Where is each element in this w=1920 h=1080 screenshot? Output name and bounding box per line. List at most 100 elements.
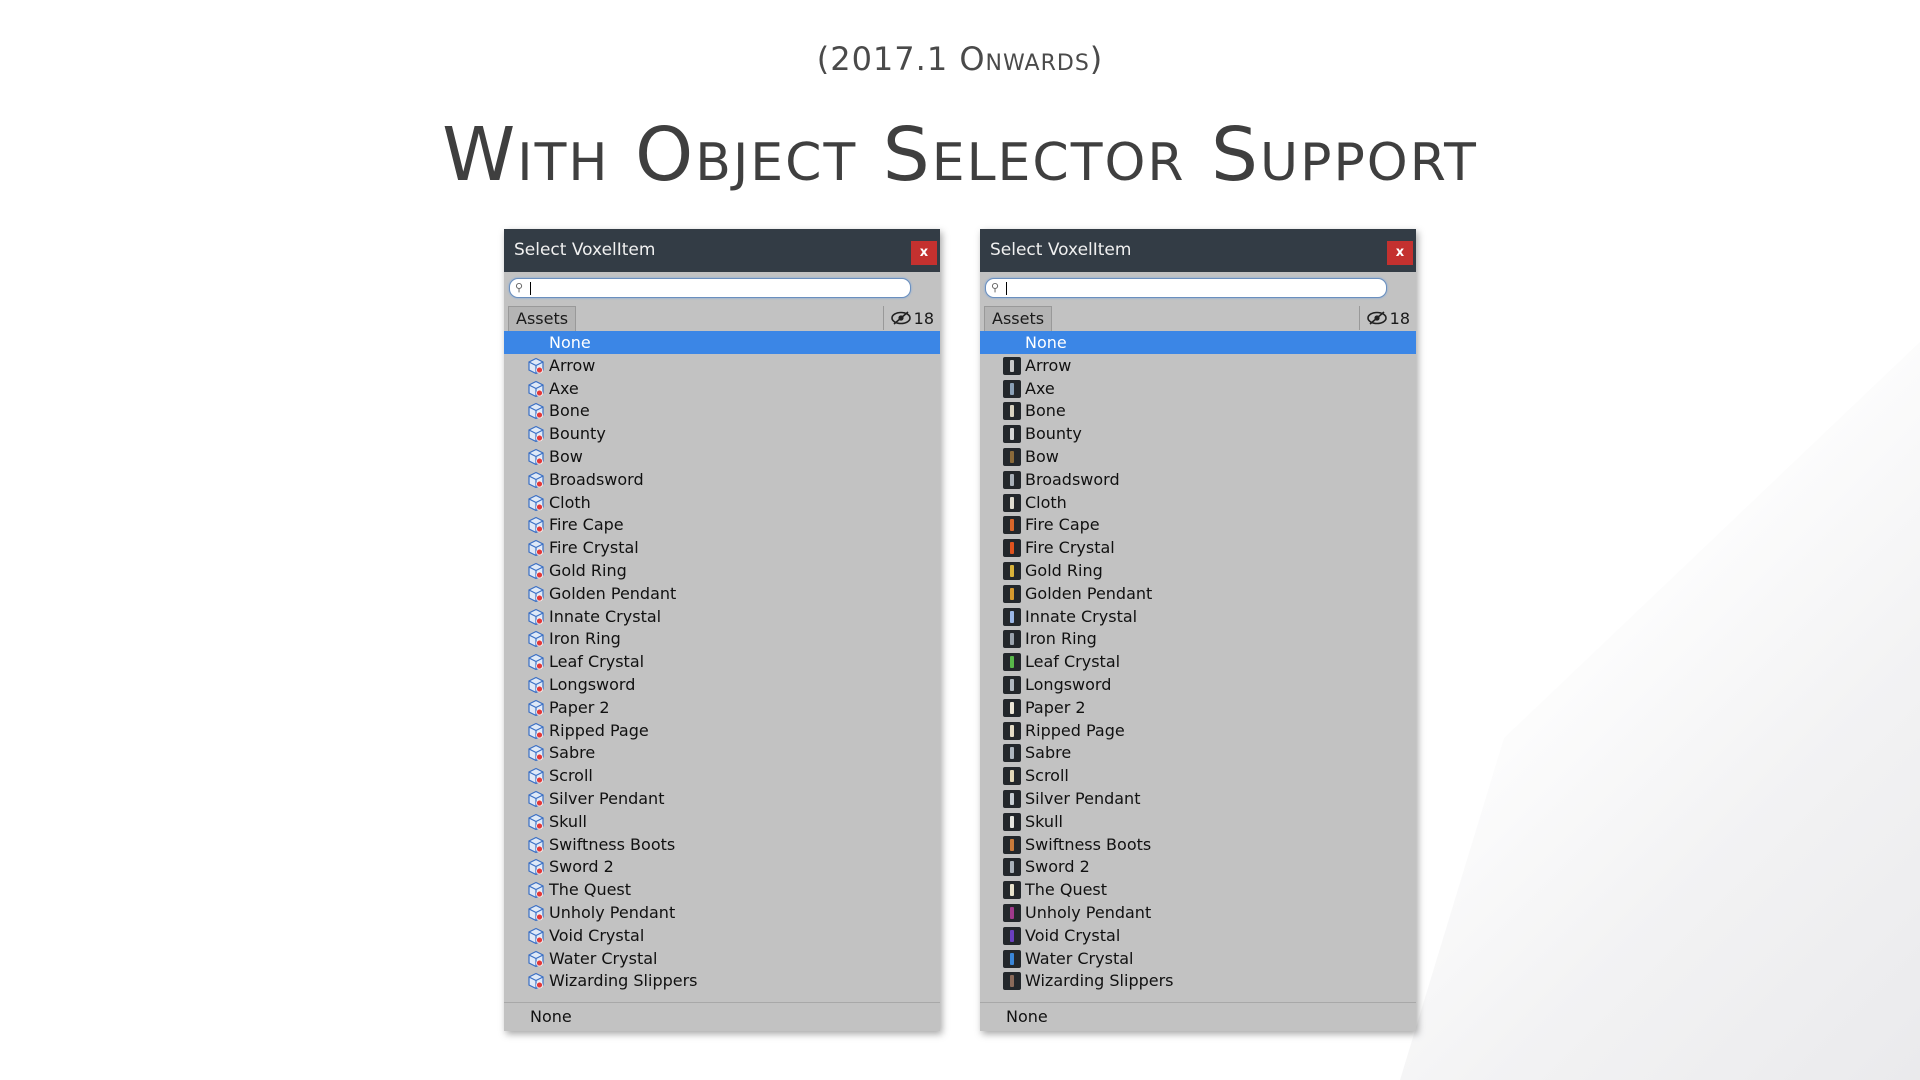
list-item[interactable]: None <box>980 331 1416 354</box>
list-item-label: Innate Crystal <box>549 606 662 626</box>
list-item[interactable]: Iron Ring <box>980 627 1416 650</box>
list-item-label: Broadsword <box>1025 469 1120 489</box>
prefab-cube-icon <box>527 904 545 922</box>
item-thumbnail-icon <box>1003 447 1021 466</box>
list-item[interactable]: Broadsword <box>504 468 940 491</box>
hidden-packages-toggle[interactable]: 18 <box>1358 306 1416 330</box>
hidden-packages-toggle[interactable]: 18 <box>882 306 940 330</box>
list-item[interactable]: Bow <box>504 445 940 468</box>
list-item[interactable]: None <box>504 331 940 354</box>
list-item[interactable]: Silver Pendant <box>980 787 1416 810</box>
close-button[interactable]: x <box>911 241 937 265</box>
list-item[interactable]: Ripped Page <box>980 719 1416 742</box>
list-item[interactable]: Gold Ring <box>504 559 940 582</box>
list-item[interactable]: Leaf Crystal <box>980 650 1416 673</box>
list-item-label: Fire Cape <box>549 515 624 535</box>
list-item[interactable]: Arrow <box>504 354 940 377</box>
search-row: ⚲ <box>504 272 940 302</box>
list-item[interactable]: Swiftness Boots <box>504 833 940 856</box>
tab-assets[interactable]: Assets <box>508 306 577 331</box>
list-item[interactable]: Innate Crystal <box>504 605 940 628</box>
list-item[interactable]: Scroll <box>980 764 1416 787</box>
list-item[interactable]: The Quest <box>980 878 1416 901</box>
list-item[interactable]: Bone <box>504 399 940 422</box>
list-item[interactable]: Golden Pendant <box>980 582 1416 605</box>
list-item[interactable]: Arrow <box>980 354 1416 377</box>
window-titlebar[interactable]: Select VoxelItem x <box>504 229 940 272</box>
list-item[interactable]: Scroll <box>504 764 940 787</box>
list-item[interactable]: Axe <box>980 377 1416 400</box>
list-item[interactable]: Sword 2 <box>504 855 940 878</box>
list-item[interactable]: Ripped Page <box>504 719 940 742</box>
list-item[interactable]: Skull <box>980 810 1416 833</box>
list-item[interactable]: Broadsword <box>980 468 1416 491</box>
list-item-label: Sword 2 <box>549 857 614 877</box>
list-item[interactable]: Wizarding Slippers <box>980 969 1416 992</box>
list-item[interactable]: Void Crystal <box>504 924 940 947</box>
list-item[interactable]: Swiftness Boots <box>980 833 1416 856</box>
list-item[interactable]: Fire Cape <box>980 513 1416 536</box>
search-input[interactable]: ⚲ <box>985 278 1387 298</box>
prefab-cube-icon <box>527 608 545 626</box>
list-item[interactable]: Unholy Pendant <box>980 901 1416 924</box>
prefab-cube-icon <box>527 471 545 489</box>
list-item[interactable]: Leaf Crystal <box>504 650 940 673</box>
window-titlebar[interactable]: Select VoxelItem x <box>980 229 1416 272</box>
list-item[interactable]: Cloth <box>980 491 1416 514</box>
selected-preview-label: None <box>1006 1007 1048 1026</box>
list-item[interactable]: Sabre <box>504 741 940 764</box>
list-item-label: Skull <box>1025 811 1063 831</box>
list-item-label: Silver Pendant <box>1025 788 1141 808</box>
list-item[interactable]: Paper 2 <box>980 696 1416 719</box>
close-button[interactable]: x <box>1387 241 1413 265</box>
prefab-cube-icon <box>527 858 545 876</box>
item-thumbnail-icon <box>1003 584 1021 603</box>
prefab-cube-icon <box>527 972 545 990</box>
list-item[interactable]: Golden Pendant <box>504 582 940 605</box>
list-item[interactable]: Bounty <box>504 422 940 445</box>
list-item-label: Wizarding Slippers <box>549 971 698 991</box>
list-item-label: Swiftness Boots <box>1025 834 1152 854</box>
prefab-cube-icon <box>527 357 545 375</box>
list-item[interactable]: Cloth <box>504 491 940 514</box>
search-input[interactable]: ⚲ <box>509 278 911 298</box>
list-item[interactable]: Wizarding Slippers <box>504 969 940 992</box>
list-item[interactable]: Paper 2 <box>504 696 940 719</box>
tab-assets[interactable]: Assets <box>984 306 1053 331</box>
list-item[interactable]: Water Crystal <box>980 947 1416 970</box>
list-item-label: Bounty <box>549 424 606 444</box>
list-item[interactable]: Void Crystal <box>980 924 1416 947</box>
list-item-label: Wizarding Slippers <box>1025 971 1174 991</box>
list-item[interactable]: Skull <box>504 810 940 833</box>
list-item-label: Bone <box>1025 401 1066 421</box>
prefab-cube-icon <box>527 676 545 694</box>
list-item[interactable]: Fire Cape <box>504 513 940 536</box>
list-item[interactable]: The Quest <box>504 878 940 901</box>
item-thumbnail-icon <box>1003 539 1021 558</box>
list-item[interactable]: Water Crystal <box>504 947 940 970</box>
list-item[interactable]: Bow <box>980 445 1416 468</box>
list-item[interactable]: Longsword <box>504 673 940 696</box>
list-item-label: Axe <box>549 378 579 398</box>
list-item[interactable]: Unholy Pendant <box>504 901 940 924</box>
preview-footer: None <box>980 1002 1416 1031</box>
list-item[interactable]: Bounty <box>980 422 1416 445</box>
list-item[interactable]: Longsword <box>980 673 1416 696</box>
item-thumbnail-icon <box>1003 698 1021 717</box>
list-item[interactable]: Fire Crystal <box>504 536 940 559</box>
list-item[interactable]: Silver Pendant <box>504 787 940 810</box>
list-item[interactable]: Gold Ring <box>980 559 1416 582</box>
list-item[interactable]: Fire Crystal <box>980 536 1416 559</box>
list-item-label: Water Crystal <box>1025 948 1134 968</box>
list-item[interactable]: Axe <box>504 377 940 400</box>
prefab-cube-icon <box>527 790 545 808</box>
list-item[interactable]: Bone <box>980 399 1416 422</box>
list-item-label: Cloth <box>549 492 591 512</box>
list-item[interactable]: Sabre <box>980 741 1416 764</box>
list-item[interactable]: Innate Crystal <box>980 605 1416 628</box>
list-item[interactable]: Iron Ring <box>504 627 940 650</box>
tab-row: Assets 18 <box>504 302 940 332</box>
list-item-label: Unholy Pendant <box>1025 902 1152 922</box>
list-item[interactable]: Sword 2 <box>980 855 1416 878</box>
window-title: Select VoxelItem <box>514 240 656 260</box>
